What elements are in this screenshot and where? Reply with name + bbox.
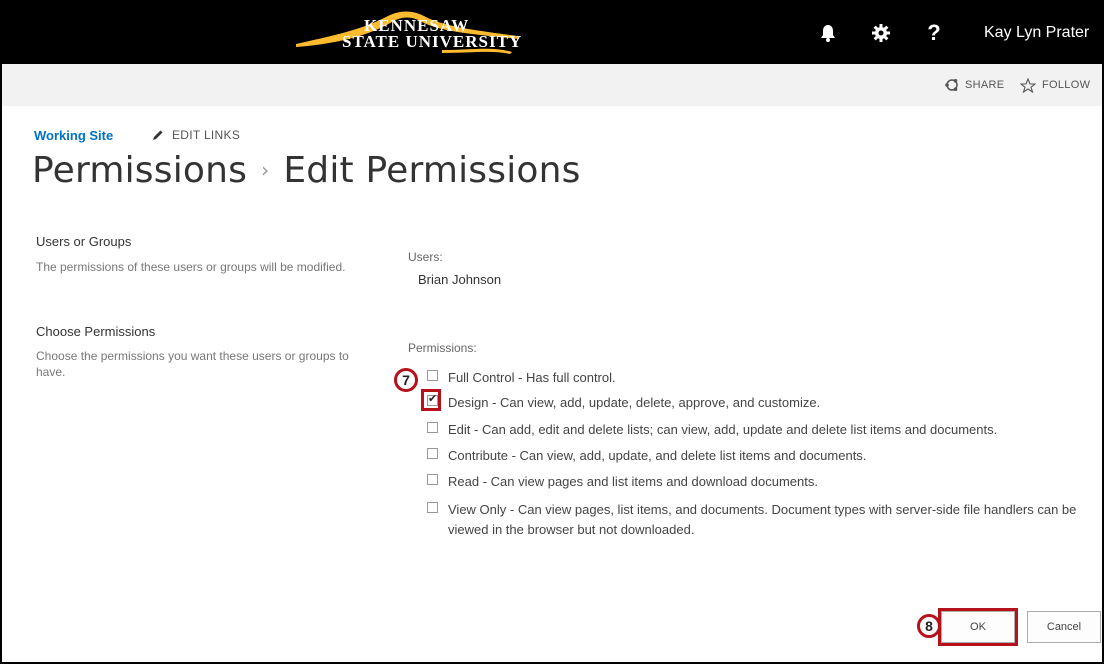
- permission-label: View Only - Can view pages, list items, …: [448, 502, 1077, 537]
- users-label: Users:: [408, 250, 443, 264]
- callout-highlight-design-checkbox: [421, 389, 441, 411]
- permission-option-edit[interactable]: Edit - Can add, edit and delete lists; c…: [427, 420, 1087, 440]
- user-name[interactable]: Kay Lyn Prater: [984, 2, 1089, 64]
- star-icon: [1020, 77, 1036, 93]
- pencil-icon: [153, 130, 163, 140]
- permission-label: Edit - Can add, edit and delete lists; c…: [448, 422, 998, 437]
- permission-label: Design - Can view, add, update, delete, …: [448, 395, 821, 410]
- share-label: SHARE: [965, 79, 1005, 91]
- logo-line2: STATE UNIVERSITY: [342, 32, 523, 51]
- gear-icon[interactable]: [861, 2, 901, 64]
- checkbox-full-control[interactable]: [427, 370, 438, 381]
- cancel-button[interactable]: Cancel: [1027, 611, 1101, 643]
- permission-option-read[interactable]: Read - Can view pages and list items and…: [427, 472, 1087, 492]
- permission-option-full-control[interactable]: Full Control - Has full control.: [427, 368, 1087, 388]
- bell-icon[interactable]: [808, 2, 848, 64]
- ribbon-bar: [2, 64, 1102, 106]
- edit-links-button[interactable]: EDIT LINKS: [152, 128, 240, 142]
- page-title-current: Edit Permissions: [283, 150, 581, 191]
- checkbox-read[interactable]: [427, 474, 438, 485]
- page-title-parent[interactable]: Permissions: [32, 150, 247, 191]
- checkbox-edit[interactable]: [427, 422, 438, 433]
- permission-option-contribute[interactable]: Contribute - Can view, add, update, and …: [427, 446, 1087, 466]
- users-section-description: The permissions of these users or groups…: [36, 260, 346, 274]
- university-logo[interactable]: KENNESAW STATE UNIVERSITY: [292, 6, 522, 58]
- share-button[interactable]: SHARE: [945, 64, 1004, 106]
- site-link-working-site[interactable]: Working Site: [34, 128, 113, 143]
- permissions-section-description: Choose the permissions you want these us…: [36, 349, 349, 379]
- permission-option-view-only[interactable]: View Only - Can view pages, list items, …: [427, 500, 1087, 540]
- breadcrumb-separator: ›: [261, 158, 270, 182]
- users-section-title: Users or Groups: [36, 234, 132, 249]
- permission-label: Read - Can view pages and list items and…: [448, 474, 818, 489]
- follow-label: FOLLOW: [1042, 79, 1091, 91]
- permissions-section-title: Choose Permissions: [36, 324, 156, 339]
- permission-label: Full Control - Has full control.: [448, 370, 616, 385]
- checkbox-contribute[interactable]: [427, 448, 438, 459]
- callout-step-7: 7: [394, 368, 418, 392]
- callout-highlight-ok-button: [938, 608, 1018, 646]
- share-icon: [945, 79, 958, 91]
- help-icon[interactable]: ?: [914, 2, 954, 64]
- users-value: Brian Johnson: [418, 272, 502, 287]
- permissions-label: Permissions:: [408, 341, 477, 355]
- follow-button[interactable]: FOLLOW: [1020, 64, 1090, 106]
- checkbox-view-only[interactable]: [427, 502, 438, 513]
- edit-links-label: EDIT LINKS: [172, 128, 241, 142]
- permission-option-design[interactable]: Design - Can view, add, update, delete, …: [427, 392, 1087, 413]
- page-title: Permissions › Edit Permissions: [32, 150, 581, 191]
- permission-label: Contribute - Can view, add, update, and …: [448, 448, 867, 463]
